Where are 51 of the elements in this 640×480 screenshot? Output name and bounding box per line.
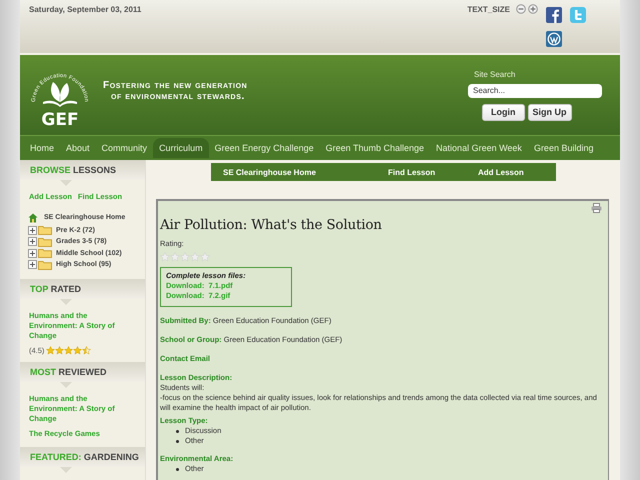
plus-icon[interactable] — [528, 4, 538, 14]
star-icon — [170, 252, 180, 262]
facebook-icon[interactable] — [546, 7, 562, 23]
bullet-icon — [176, 468, 179, 470]
w-logo-icon[interactable] — [546, 31, 562, 47]
star-icon — [190, 252, 200, 262]
header-button[interactable]: Sign Up — [528, 104, 572, 120]
bullet-icon — [176, 440, 179, 442]
star-icon — [82, 346, 92, 355]
expand-icon[interactable] — [28, 237, 37, 246]
section-heading: MOST REVIEWED — [20, 362, 145, 388]
sub-nav-link[interactable]: Add Lesson — [478, 168, 524, 176]
star-icon — [160, 252, 170, 262]
search-label: Site Search — [474, 70, 516, 78]
text-size-label: TEXT_SIZE — [467, 4, 510, 14]
star-icon — [180, 252, 190, 262]
nav-tab[interactable]: National Green Week — [430, 138, 528, 158]
expand-icon[interactable] — [28, 226, 37, 235]
folder-icon — [38, 248, 52, 258]
sub-nav-link[interactable]: SE Clearinghouse Home — [223, 168, 388, 176]
nav-tab[interactable]: Community — [96, 138, 154, 158]
star-icon — [55, 346, 64, 355]
folder-icon — [38, 236, 52, 247]
sub-nav-link[interactable]: Find Lesson — [388, 168, 478, 176]
nav-tab[interactable]: Green Thumb Challenge — [320, 138, 430, 158]
tagline-text: of environmental stewards. — [111, 91, 246, 102]
section-heading: FEATURED: GARDENING — [20, 446, 145, 472]
printer-icon[interactable] — [591, 203, 602, 213]
minus-icon[interactable] — [516, 4, 526, 14]
expand-icon[interactable] — [28, 248, 37, 258]
tagline-text: Fostering the new generation — [103, 80, 248, 91]
nav-tab[interactable]: Green Energy Challenge — [208, 138, 320, 158]
folder-icon — [38, 225, 52, 236]
nav-tab[interactable]: Curriculum — [153, 138, 209, 158]
house-icon — [28, 212, 38, 223]
nav-tab[interactable]: About — [60, 138, 96, 158]
expand-icon[interactable] — [28, 260, 37, 270]
nav-tab[interactable]: Home — [24, 138, 60, 158]
star-icon — [73, 346, 82, 355]
lesson-title: Air Pollution: What's the Solution — [160, 217, 383, 233]
star-icon — [46, 346, 56, 355]
star-icon — [64, 346, 74, 355]
section-heading: TOP RATED — [20, 278, 145, 304]
search-field[interactable]: Search... — [468, 84, 602, 98]
star-icon — [200, 252, 210, 262]
folder-icon — [38, 260, 52, 270]
section-heading: BROWSE LESSONS — [20, 160, 145, 186]
bullet-icon — [176, 430, 179, 432]
date-text: Saturday, September 03, 2011 — [29, 5, 142, 15]
nav-tab[interactable]: Green Building — [528, 138, 600, 158]
header-button[interactable]: Login — [482, 104, 524, 120]
